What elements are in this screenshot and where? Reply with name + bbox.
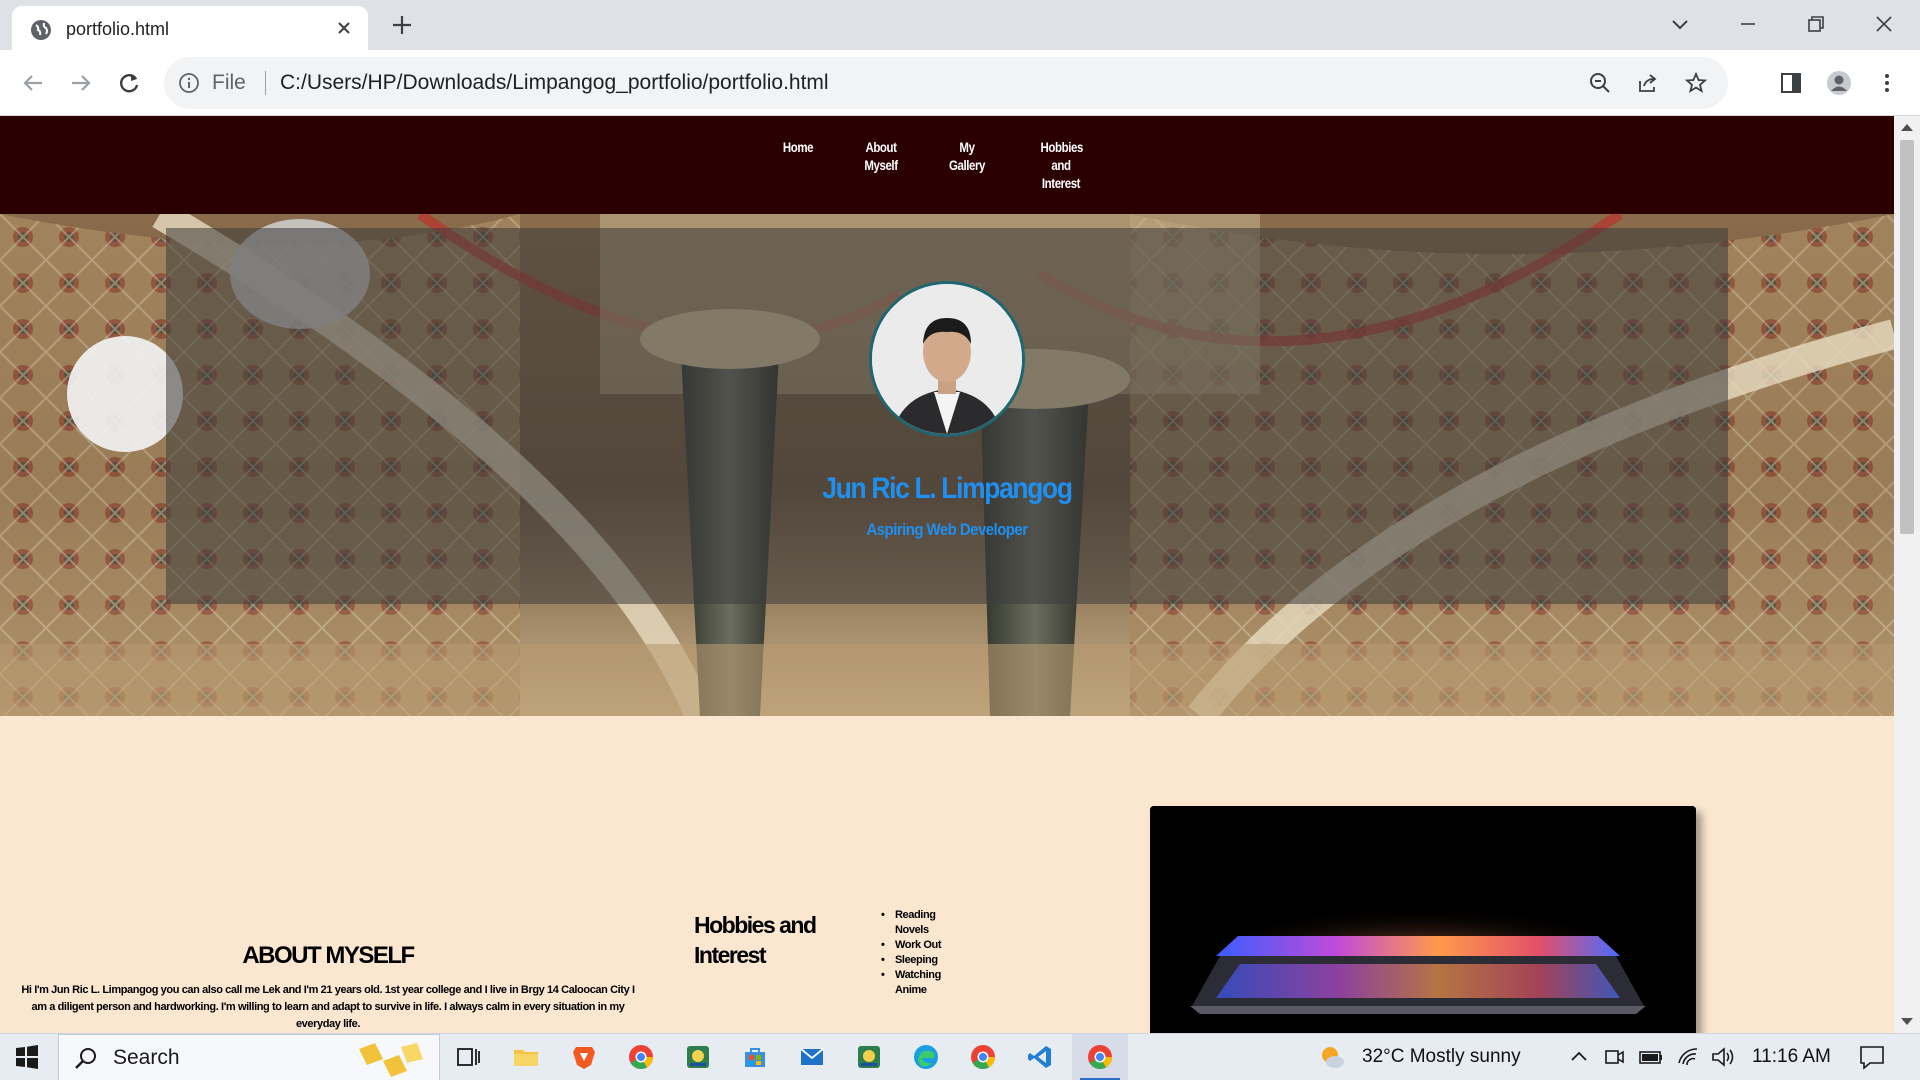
- list-item: Watching Anime: [881, 968, 965, 998]
- forward-arrow-icon[interactable]: [68, 70, 94, 96]
- menu-kebab-icon[interactable]: [1874, 70, 1900, 96]
- restore-icon[interactable]: [1804, 12, 1828, 36]
- close-tab-icon[interactable]: [334, 18, 354, 38]
- laptop-image: [1150, 806, 1696, 1033]
- site-navbar: Home About Myself My Gallery Hobbies and…: [0, 116, 1894, 214]
- nav-gallery-link[interactable]: My Gallery: [948, 138, 986, 174]
- browser-tab[interactable]: portfolio.html: [12, 6, 368, 50]
- mail-icon[interactable]: [798, 1043, 826, 1071]
- scheme-label: File: [212, 71, 246, 94]
- person-portrait-icon: [872, 284, 1022, 434]
- info-icon[interactable]: [178, 72, 200, 94]
- nav-hobbies-link[interactable]: Hobbies and Interest: [1041, 138, 1084, 192]
- side-panel-icon[interactable]: [1778, 70, 1804, 96]
- weather-text[interactable]: 32°C Mostly sunny: [1362, 1046, 1521, 1068]
- school-app-icon[interactable]: [684, 1043, 712, 1071]
- task-view-icon[interactable]: [454, 1043, 482, 1071]
- hero-name: Jun Ric L. Limpangog: [822, 472, 1073, 505]
- profile-avatar-icon[interactable]: [1826, 70, 1852, 96]
- wifi-icon[interactable]: [1676, 1043, 1700, 1071]
- close-window-icon[interactable]: [1872, 12, 1896, 36]
- chrome-icon[interactable]: [627, 1043, 655, 1071]
- bookmark-star-icon[interactable]: [1684, 71, 1708, 95]
- tab-search-chevron-icon[interactable]: [1668, 12, 1692, 36]
- hero-subtitle: Aspiring Web Developer: [866, 520, 1028, 539]
- list-item: Sleeping: [881, 953, 965, 968]
- list-item: Work Out: [881, 938, 965, 953]
- reload-icon[interactable]: [116, 70, 142, 96]
- search-icon: [75, 1048, 96, 1069]
- search-highlight-icon: [359, 1043, 423, 1077]
- battery-icon[interactable]: [1638, 1043, 1664, 1071]
- about-paragraph: Hi I'm Jun Ric L. Limpangog you can also…: [21, 984, 635, 1030]
- page-scrollbar[interactable]: [1894, 116, 1920, 1033]
- chrome-profile-icon[interactable]: [969, 1043, 997, 1071]
- edge-icon[interactable]: [912, 1043, 940, 1071]
- chevron-up-icon[interactable]: [1568, 1043, 1590, 1071]
- volume-icon[interactable]: [1710, 1043, 1736, 1071]
- page-viewport: Home About Myself My Gallery Hobbies and…: [0, 116, 1894, 1033]
- chrome-active-icon[interactable]: [1086, 1043, 1114, 1071]
- hobbies-heading: Hobbies and Interest: [694, 912, 817, 968]
- globe-icon: [31, 20, 51, 40]
- laptop-photo: [1150, 806, 1696, 1033]
- zoom-icon[interactable]: [1588, 71, 1612, 95]
- clock-time[interactable]: 11:16 AM: [1752, 1046, 1831, 1068]
- meet-now-icon[interactable]: [1602, 1043, 1626, 1071]
- search-label: Search: [113, 1046, 180, 1069]
- nav-home-link[interactable]: Home: [779, 138, 817, 156]
- minimize-icon[interactable]: [1736, 12, 1760, 36]
- browser-tab-strip: portfolio.html: [0, 0, 1920, 50]
- school-app-2-icon[interactable]: [855, 1043, 883, 1071]
- scroll-down-arrow-icon[interactable]: [1901, 1018, 1913, 1025]
- address-bar[interactable]: File C:/Users/HP/Downloads/Limpangog_por…: [164, 57, 1728, 109]
- microsoft-store-icon[interactable]: [741, 1043, 769, 1071]
- nav-about-link[interactable]: About Myself: [862, 138, 900, 174]
- file-explorer-icon[interactable]: [512, 1043, 540, 1071]
- windows-start-icon[interactable]: [13, 1043, 41, 1071]
- vscode-icon[interactable]: [1026, 1043, 1054, 1071]
- windows-taskbar: Search 32°C Mostly sunny 11:16 AM: [0, 1033, 1920, 1080]
- back-arrow-icon[interactable]: [20, 70, 46, 96]
- new-tab-icon[interactable]: [390, 13, 414, 37]
- weather-sun-cloud-icon[interactable]: [1318, 1043, 1346, 1071]
- url-text[interactable]: C:/Users/HP/Downloads/Limpangog_portfoli…: [280, 71, 829, 95]
- share-icon[interactable]: [1636, 71, 1660, 95]
- profile-photo: [869, 281, 1025, 437]
- browser-toolbar: File C:/Users/HP/Downloads/Limpangog_por…: [0, 50, 1920, 116]
- brave-browser-icon[interactable]: [570, 1043, 598, 1071]
- taskbar-search-box[interactable]: Search: [58, 1034, 440, 1080]
- address-separator: [265, 71, 266, 95]
- scroll-up-arrow-icon[interactable]: [1901, 124, 1913, 131]
- list-item: Reading Novels: [881, 908, 965, 938]
- notification-icon[interactable]: [1858, 1043, 1886, 1071]
- tab-title: portfolio.html: [66, 19, 170, 39]
- hobbies-list: Reading Novels Work Out Sleeping Watchin…: [881, 908, 965, 998]
- hero-banner: Jun Ric L. Limpangog Aspiring Web Develo…: [0, 214, 1894, 716]
- about-heading: ABOUT MYSELF: [242, 942, 415, 969]
- scrollbar-thumb[interactable]: [1900, 140, 1914, 534]
